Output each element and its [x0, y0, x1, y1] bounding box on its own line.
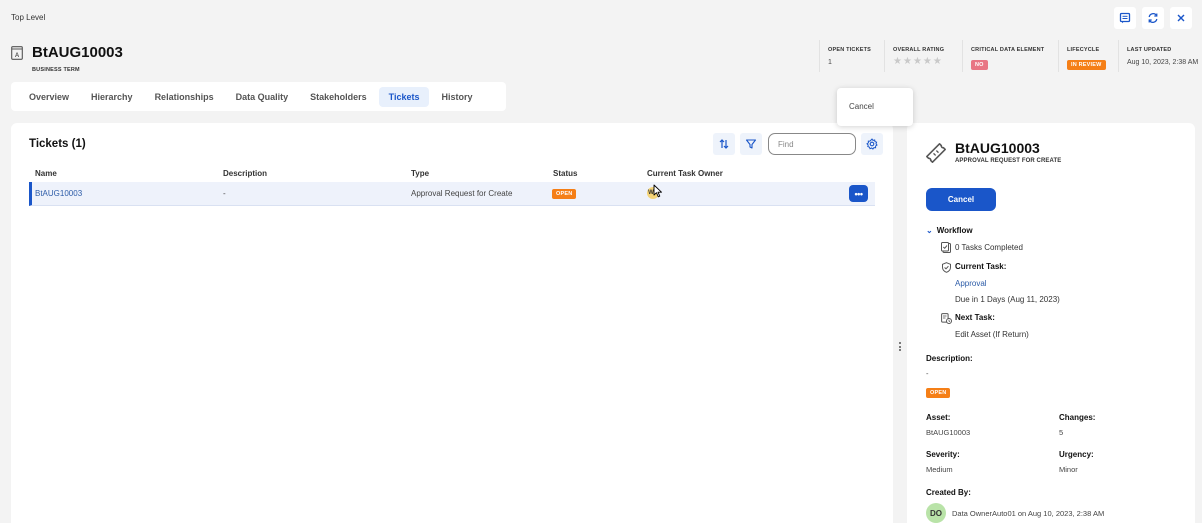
- severity-value: Medium: [926, 465, 953, 474]
- changes-link[interactable]: 5: [1059, 428, 1063, 437]
- table-settings-button[interactable]: [861, 133, 883, 155]
- column-header-current-task-owner[interactable]: Current Task Owner: [647, 169, 723, 178]
- tab-overview[interactable]: Overview: [19, 87, 79, 107]
- meta-label: CRITICAL DATA ELEMENT: [971, 47, 1045, 53]
- asset-title: BtAUG10003: [32, 44, 123, 61]
- window-actions: [1114, 7, 1192, 29]
- ticket-detail-panel: BtAUG10003 APPROVAL REQUEST FOR CREATE C…: [907, 123, 1195, 523]
- mouse-cursor-icon: [653, 184, 662, 198]
- description-label: Description:: [926, 354, 973, 363]
- changes-label: Changes:: [1059, 413, 1096, 422]
- urgency-value: Minor: [1059, 465, 1078, 474]
- refresh-button[interactable]: [1142, 7, 1164, 29]
- tab-bar: Overview Hierarchy Relationships Data Qu…: [11, 82, 506, 111]
- menu-item-cancel[interactable]: Cancel: [837, 97, 913, 117]
- ticket-status-badge: OPEN: [552, 189, 577, 199]
- close-icon: [1177, 14, 1185, 22]
- workflow-label: Workflow: [936, 226, 973, 235]
- table-row[interactable]: BtAUG10003 - Approval Request for Create…: [29, 182, 875, 206]
- tasks-completed-icon: [941, 242, 951, 253]
- asset-link[interactable]: BtAUG10003: [926, 428, 970, 437]
- close-button[interactable]: [1170, 7, 1192, 29]
- meta-lifecycle: LIFECYCLE IN REVIEW: [1058, 40, 1118, 72]
- tab-history[interactable]: History: [431, 87, 482, 107]
- tickets-title: Tickets (1): [29, 138, 86, 150]
- creator-avatar: DO: [926, 503, 946, 523]
- find-input[interactable]: [768, 133, 856, 155]
- business-term-icon: A: [11, 46, 23, 60]
- refresh-icon: [1148, 13, 1158, 23]
- ticket-name-link[interactable]: BtAUG10003: [35, 189, 82, 198]
- tab-data-quality[interactable]: Data Quality: [226, 87, 299, 107]
- lifecycle-badge: IN REVIEW: [1067, 60, 1106, 70]
- meta-label: LAST UPDATED: [1127, 47, 1172, 53]
- filter-icon: [745, 139, 757, 149]
- star-icon[interactable]: ★: [903, 57, 912, 67]
- description-value: -: [926, 369, 929, 378]
- star-icon[interactable]: ★: [893, 57, 902, 67]
- tickets-panel: Tickets (1) Name Description Type Status…: [11, 123, 893, 523]
- comments-button[interactable]: [1114, 7, 1136, 29]
- meta-label: LIFECYCLE: [1067, 47, 1100, 53]
- severity-label: Severity:: [926, 450, 960, 459]
- open-tickets-value: 1: [828, 59, 832, 66]
- next-task-value: Edit Asset (If Return): [955, 330, 1029, 339]
- star-icon[interactable]: ★: [933, 57, 942, 67]
- ticket-description: -: [223, 189, 226, 198]
- sort-button[interactable]: [713, 133, 735, 155]
- detail-status-badge: OPEN: [926, 388, 951, 398]
- meta-open-tickets: OPEN TICKETS 1: [819, 40, 884, 72]
- current-task-link[interactable]: Approval: [955, 279, 987, 288]
- last-updated-value: Aug 10, 2023, 2:38 AM: [1127, 59, 1199, 66]
- tab-tickets[interactable]: Tickets: [378, 86, 430, 107]
- asset-meta: OPEN TICKETS 1 OVERALL RATING ★ ★ ★ ★ ★ CRIT…: [819, 40, 1198, 72]
- next-task-icon: [941, 313, 952, 324]
- shield-check-icon: [942, 262, 951, 273]
- created-by-label: Created By:: [926, 488, 971, 497]
- asset-type: BUSINESS TERM: [32, 67, 80, 73]
- comment-icon: [1119, 12, 1131, 24]
- star-icon[interactable]: ★: [923, 57, 932, 67]
- cancel-ticket-button[interactable]: Cancel: [926, 188, 996, 211]
- meta-critical-data-element: CRITICAL DATA ELEMENT NO: [962, 40, 1058, 72]
- cde-badge: NO: [971, 60, 988, 70]
- panel-resize-handle[interactable]: [897, 342, 903, 354]
- tasks-completed: 0 Tasks Completed: [955, 243, 1023, 252]
- breadcrumb[interactable]: Top Level: [11, 13, 45, 22]
- column-header-description[interactable]: Description: [223, 169, 267, 178]
- svg-text:A: A: [15, 53, 20, 59]
- star-icon[interactable]: ★: [913, 57, 922, 67]
- rating-stars[interactable]: ★ ★ ★ ★ ★: [893, 57, 954, 67]
- next-task-label: Next Task:: [955, 313, 995, 322]
- column-header-type[interactable]: Type: [411, 169, 429, 178]
- tab-hierarchy[interactable]: Hierarchy: [81, 87, 143, 107]
- row-actions-button[interactable]: •••: [849, 185, 868, 202]
- asset-label: Asset:: [926, 413, 951, 422]
- meta-overall-rating: OVERALL RATING ★ ★ ★ ★ ★: [884, 40, 962, 72]
- workflow-toggle[interactable]: ⌄ Workflow: [926, 226, 973, 235]
- meta-label: OPEN TICKETS: [828, 47, 872, 53]
- tab-stakeholders[interactable]: Stakeholders: [300, 87, 377, 107]
- column-header-name[interactable]: Name: [35, 169, 57, 178]
- meta-last-updated: LAST UPDATED Aug 10, 2023, 2:38 AM: [1118, 40, 1198, 72]
- current-task-label: Current Task:: [955, 262, 1007, 271]
- tab-relationships[interactable]: Relationships: [145, 87, 224, 107]
- urgency-label: Urgency:: [1059, 450, 1094, 459]
- gear-icon: [866, 138, 878, 150]
- row-actions-menu: Cancel: [837, 88, 913, 126]
- sort-icon: [719, 139, 729, 149]
- current-task-due: Due in 1 Days (Aug 11, 2023): [955, 295, 1060, 304]
- more-icon: •••: [854, 188, 863, 199]
- column-header-status[interactable]: Status: [553, 169, 577, 178]
- created-by-value: Data OwnerAuto01 on Aug 10, 2023, 2:38 A…: [952, 509, 1105, 518]
- ticket-detail-title: BtAUG10003: [955, 140, 1040, 156]
- ticket-type: Approval Request for Create: [411, 189, 513, 198]
- chevron-down-icon: ⌄: [926, 226, 933, 235]
- ticket-icon: [926, 143, 946, 163]
- meta-label: OVERALL RATING: [893, 47, 945, 53]
- ticket-detail-subtitle: APPROVAL REQUEST FOR CREATE: [955, 158, 1062, 164]
- filter-button[interactable]: [740, 133, 762, 155]
